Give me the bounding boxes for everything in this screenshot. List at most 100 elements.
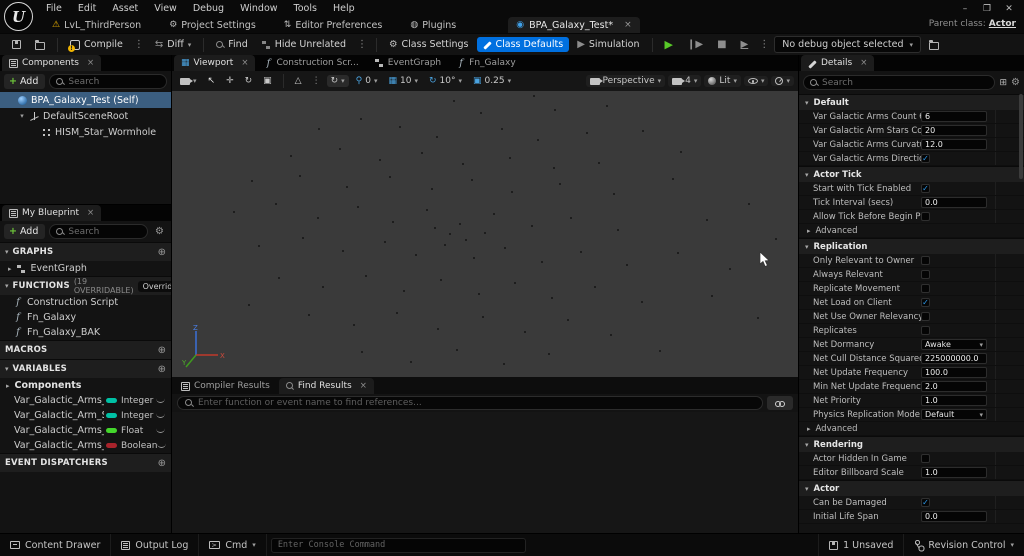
coordinate-space-toggle[interactable]: △ <box>291 75 306 87</box>
property-value-input[interactable]: 225000000.0 <box>921 353 987 364</box>
function-item-fn-galaxy-bak[interactable]: fFn_Galaxy_BAK <box>0 325 171 340</box>
hide-unrelated-options-icon[interactable]: ⋮ <box>354 39 370 50</box>
property-checkbox[interactable] <box>921 212 930 221</box>
find-references-input[interactable]: Enter function or event name to find ref… <box>177 396 763 410</box>
functions-section-header[interactable]: ▾ FUNCTIONS (19 OVERRIDABLE) Override▾ ⊕ <box>0 276 171 295</box>
visibility-eye-icon[interactable] <box>156 398 165 403</box>
function-item-construction-script[interactable]: fConstruction Script <box>0 295 171 310</box>
output-log-button[interactable]: Output Log <box>111 534 199 556</box>
rotation-snap-toggle[interactable]: ↻10°▾ <box>425 75 466 87</box>
tab-construction-scr-[interactable]: fConstruction Scr... <box>257 55 365 71</box>
expand-icon[interactable]: ▸ <box>8 265 12 273</box>
add-variable-icon[interactable]: ⊕ <box>158 364 166 375</box>
close-button[interactable]: ✕ <box>1000 4 1018 14</box>
event-dispatchers-section-header[interactable]: EVENT DISPATCHERS ⊕ <box>0 453 171 472</box>
add-graph-icon[interactable]: ⊕ <box>158 247 166 258</box>
property-checkbox[interactable]: ✓ <box>921 298 930 307</box>
property-value-input[interactable]: 6 <box>921 111 987 122</box>
graphs-section-header[interactable]: ▾ GRAPHS ⊕ <box>0 242 171 261</box>
tab-close-icon[interactable]: × <box>87 58 94 68</box>
stop-button[interactable]: ■ <box>711 37 732 52</box>
property-dropdown[interactable]: Awake▾ <box>921 339 987 350</box>
view-mode-dropdown[interactable]: Lit▾ <box>704 75 741 87</box>
menu-item-tools[interactable]: Tools <box>286 0 325 17</box>
tab-eventgraph[interactable]: EventGraph <box>368 55 448 71</box>
tab-fn-galaxy[interactable]: fFn_Galaxy <box>450 55 523 71</box>
tab-close-icon[interactable]: × <box>360 381 367 391</box>
debug-object-dropdown[interactable]: No debug object selected▾ <box>774 36 921 53</box>
graph-item-eventgraph[interactable]: ▸ EventGraph <box>0 261 171 276</box>
variable-item-var-galactic-arms-count-[interactable]: Var_Galactic_Arms_Count_Integer <box>0 393 171 408</box>
show-flags-dropdown[interactable]: ▾ <box>744 76 769 86</box>
save-button[interactable] <box>6 38 27 51</box>
grid-snap-toggle[interactable]: ▦10▾ <box>385 75 422 87</box>
viewport-settings-dropdown[interactable]: ▾ <box>771 76 794 86</box>
move-tool[interactable]: ✛ <box>222 75 238 87</box>
menu-item-edit[interactable]: Edit <box>70 0 104 17</box>
details-scrollbar[interactable] <box>1019 94 1023 533</box>
variable-category-components[interactable]: ▸ Components <box>0 378 171 393</box>
select-tool[interactable]: ↖ <box>204 75 220 87</box>
console-command-input[interactable]: Enter Console Command <box>271 538 526 553</box>
gear-icon[interactable]: ⚙ <box>1011 77 1020 88</box>
property-value-input[interactable]: 12.0 <box>921 139 987 150</box>
tab-compiler-results[interactable]: Compiler Results <box>174 378 277 394</box>
tree-item-defaultsceneroot[interactable]: ▾DefaultSceneRoot <box>0 108 171 124</box>
function-item-fn-galaxy[interactable]: fFn_Galaxy <box>0 310 171 325</box>
expander-icon[interactable]: ▾ <box>18 112 26 120</box>
tab-find-results[interactable]: Find Results × <box>279 378 374 394</box>
details-category-replication[interactable]: ▾Replication <box>799 238 1024 254</box>
variable-item-var-galactic-arm-stars-c[interactable]: Var_Galactic_Arm_Stars_CInteger <box>0 408 171 423</box>
property-checkbox[interactable] <box>921 326 930 335</box>
compile-button[interactable]: Compile <box>64 37 129 52</box>
camera-options-dropdown[interactable]: ▾ <box>176 76 201 86</box>
camera-speed-dropdown[interactable]: 4▾ <box>668 75 701 87</box>
advanced-expander[interactable]: ▸Advanced <box>799 226 858 236</box>
property-checkbox[interactable] <box>921 454 930 463</box>
property-dropdown[interactable]: Default▾ <box>921 409 987 420</box>
compile-options-icon[interactable]: ⋮ <box>131 39 147 50</box>
content-drawer-button[interactable]: Content Drawer <box>0 534 111 556</box>
eject-button[interactable]: ▶ <box>735 37 755 52</box>
gear-icon[interactable]: ⚙ <box>152 226 167 237</box>
shortcut-lvl-thirdperson[interactable]: ⚠LvL_ThirdPerson <box>38 17 155 33</box>
variable-item-var-galactic-arms-curvat[interactable]: Var_Galactic_Arms_CurvatFloat <box>0 423 171 438</box>
cmd-dropdown[interactable]: Cmd▾ <box>199 534 266 556</box>
scale-tool[interactable]: ▣ <box>259 75 276 87</box>
parent-class-link[interactable]: Actor <box>989 19 1016 29</box>
property-checkbox[interactable]: ✓ <box>921 154 930 163</box>
tree-item-bpa-galaxy-test-self-[interactable]: BPA_Galaxy_Test (Self) <box>0 92 171 108</box>
add-macro-icon[interactable]: ⊕ <box>158 345 166 356</box>
menu-item-asset[interactable]: Asset <box>104 0 146 17</box>
simulation-button[interactable]: ▶Simulation <box>571 37 645 52</box>
advanced-expander[interactable]: ▸Advanced <box>799 424 858 434</box>
variable-item-var-galactic-arms-directi[interactable]: Var_Galactic_Arms_DirectiBoolean <box>0 438 171 453</box>
property-checkbox[interactable]: ✓ <box>921 184 930 193</box>
transform-options-icon[interactable]: ⋮ <box>309 76 324 86</box>
components-search-input[interactable]: Search <box>49 74 167 89</box>
menu-item-window[interactable]: Window <box>232 0 285 17</box>
cycle-transform-button[interactable]: ↻▾ <box>327 75 349 87</box>
override-dropdown[interactable]: Override▾ <box>138 281 171 292</box>
tab-close-icon[interactable]: × <box>87 208 94 218</box>
property-value-input[interactable]: 0.0 <box>921 197 987 208</box>
my-blueprint-search-input[interactable]: Search <box>49 224 148 239</box>
details-search-input[interactable]: Search <box>803 75 995 90</box>
property-value-input[interactable]: 0.0 <box>921 511 987 522</box>
find-in-blueprints-button[interactable] <box>767 396 793 410</box>
tab-close-icon[interactable]: × <box>624 20 632 30</box>
scale-snap-toggle[interactable]: ▣0.25▾ <box>469 75 515 87</box>
find-button[interactable]: Find <box>210 37 253 52</box>
class-settings-button[interactable]: ⚙Class Settings <box>383 37 475 52</box>
details-category-rendering[interactable]: ▾Rendering <box>799 436 1024 452</box>
minimize-button[interactable]: – <box>956 4 974 14</box>
macros-section-header[interactable]: MACROS ⊕ <box>0 340 171 359</box>
tree-item-hism-star-wormhole[interactable]: HISM_Star_Wormhole <box>0 124 171 140</box>
menu-item-help[interactable]: Help <box>325 0 363 17</box>
maximize-button[interactable]: ❐ <box>978 4 996 14</box>
property-value-input[interactable]: 20 <box>921 125 987 136</box>
unsaved-status-button[interactable]: 1 Unsaved <box>818 534 903 556</box>
visibility-eye-icon[interactable] <box>157 443 166 448</box>
menu-item-view[interactable]: View <box>146 0 185 17</box>
details-category-actor[interactable]: ▾Actor <box>799 480 1024 496</box>
